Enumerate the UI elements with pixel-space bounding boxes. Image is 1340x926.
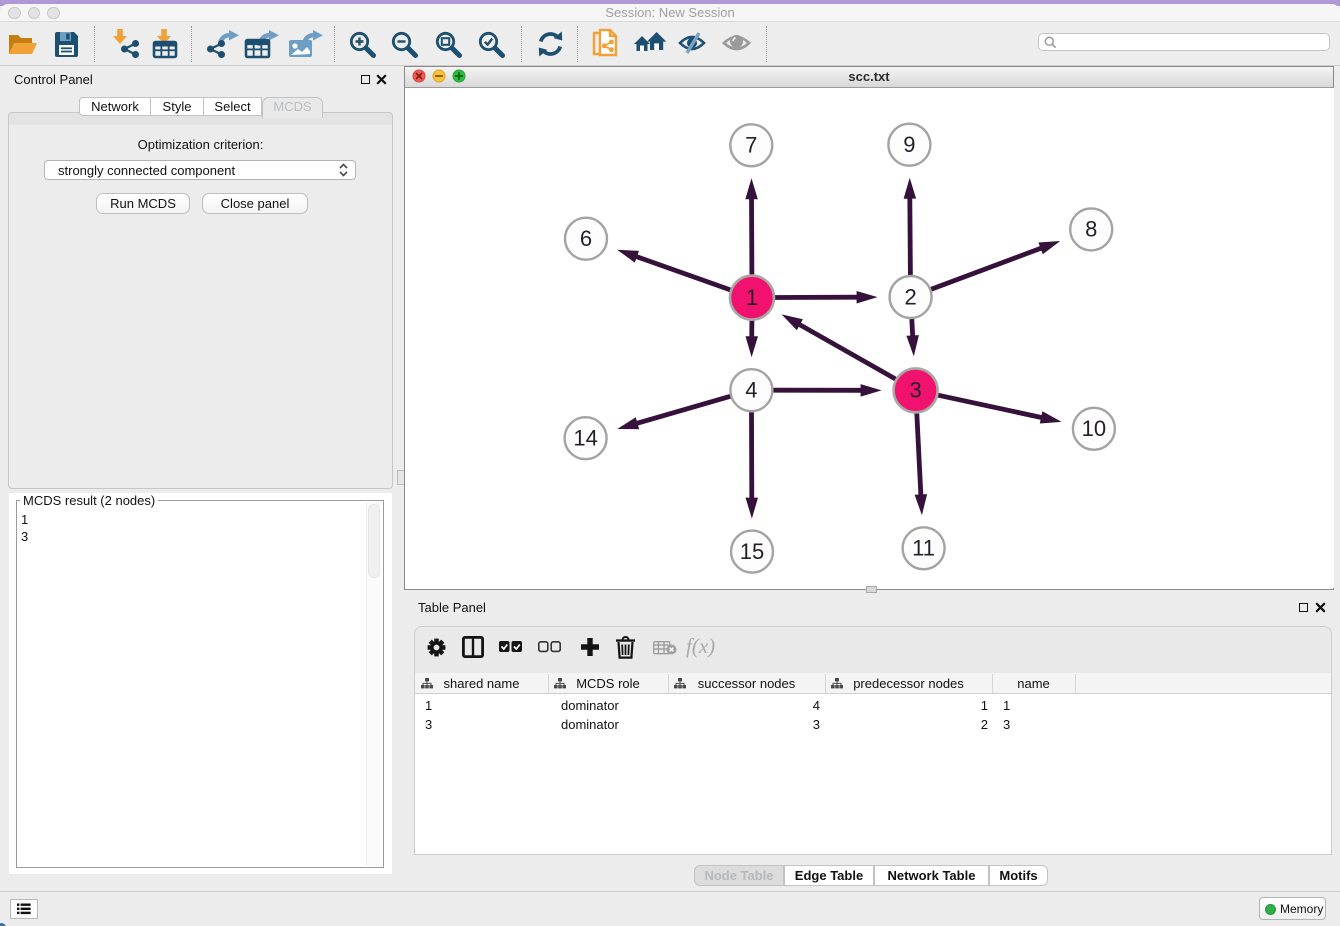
svg-text:11: 11 (912, 536, 935, 561)
svg-text:6: 6 (580, 226, 592, 251)
svg-text:8: 8 (1085, 217, 1097, 242)
svg-text:7: 7 (745, 133, 757, 158)
svg-text:9: 9 (903, 132, 915, 157)
svg-text:10: 10 (1082, 416, 1106, 441)
svg-text:3: 3 (909, 378, 921, 403)
svg-text:4: 4 (745, 378, 757, 403)
svg-text:14: 14 (573, 426, 597, 451)
svg-text:1: 1 (746, 285, 758, 310)
svg-text:2: 2 (904, 284, 916, 309)
svg-text:15: 15 (740, 539, 764, 564)
